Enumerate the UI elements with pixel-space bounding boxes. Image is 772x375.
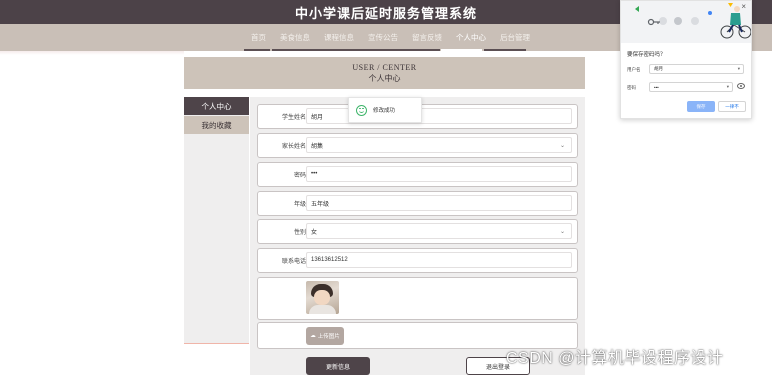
avatar-image [306,281,339,314]
divider [184,343,249,344]
nav-item-home[interactable]: 首页 [244,24,273,51]
user-center-banner: USER / CENTER 个人中心 [184,57,585,89]
chevron-down-icon: ⌄ [559,143,565,149]
smile-icon [356,104,367,116]
form-row-password: 密码 ••• [257,162,578,187]
gender-label: 性别 [293,230,306,236]
nav-underline [484,49,526,51]
parent-name-select[interactable]: 胡集 ⌄ [306,137,572,153]
caret-down-icon: ▾ [737,66,740,71]
grade-label: 年级 [293,202,306,208]
phone-input[interactable]: 13613612512 [306,252,572,268]
banner-title-en: USER / CENTER [352,63,417,72]
popup-title: 要保存密码吗？ [627,52,666,58]
nav-underline-active [441,49,482,51]
never-save-button[interactable]: 一律不 [718,101,746,112]
popup-password-value: ••• [654,84,659,90]
eye-icon[interactable] [737,83,745,89]
password-label: 密码 [293,173,306,179]
nav-underline [244,49,270,51]
form-row-avatar [257,277,578,320]
update-info-button[interactable]: 更新信息 [306,357,370,375]
nav-item-admin[interactable]: 后台管理 [493,24,537,51]
nav-underline [272,49,440,51]
gender-value: 女 [311,229,318,236]
side-item-user-center[interactable]: 个人中心 [184,97,249,115]
nav-item-food[interactable]: 美食信息 [273,24,317,51]
student-name-input[interactable]: 胡月 [306,108,572,124]
save-password-popup: × 要保存密码吗？ 用户名 胡月 ▾ 密码 ••• ▾ 保存 一律不 [620,0,752,119]
parent-name-value: 胡集 [311,143,324,150]
close-icon[interactable]: × [741,2,746,11]
popup-username-label: 用户名 [627,67,641,72]
gender-select[interactable]: 女 ⌄ [306,223,572,239]
upload-button-label: 上传图片 [317,334,340,340]
form-row-grade: 年级 五年级 [257,191,578,216]
password-illustration [621,1,751,43]
side-item-favorites[interactable]: 我的收藏 [184,116,249,134]
form-row-gender: 性别 女 ⌄ [257,219,578,244]
key-cyclist-illustration [621,1,751,43]
form-row-parent-name: 家长姓名 胡集 ⌄ [257,133,578,158]
nav-item-feedback[interactable]: 留言反馈 [405,24,449,51]
grade-input[interactable]: 五年级 [306,195,572,211]
main-nav: 首页 美食信息 课程信息 宣传公告 留言反馈 个人中心 后台管理 [244,24,537,51]
nav-item-user-center[interactable]: 个人中心 [449,24,493,51]
side-menu: 个人中心 我的收藏 [184,97,249,134]
popup-username-field[interactable]: 胡月 ▾ [649,64,744,74]
popup-password-label: 密码 [627,85,636,90]
chevron-down-icon: ⌄ [559,229,565,235]
student-name-label: 学生姓名 [281,115,306,121]
cloud-upload-icon: ☁ [310,333,316,339]
popup-password-field[interactable]: ••• ▾ [649,82,733,92]
nav-item-announcements[interactable]: 宣传公告 [361,24,405,51]
form-row-phone: 联系电话 13613612512 [257,248,578,273]
parent-name-label: 家长姓名 [281,144,306,150]
nav-item-courses[interactable]: 课程信息 [317,24,361,51]
success-toast: 修改成功 [348,97,422,123]
caret-down-icon: ▾ [726,84,729,89]
save-password-button[interactable]: 保存 [687,101,715,112]
toast-message: 修改成功 [373,108,396,114]
popup-username-value: 胡月 [654,66,663,71]
divider [0,51,184,55]
phone-label: 联系电话 [281,259,306,265]
banner-title-zh: 个人中心 [368,74,401,83]
password-input[interactable]: ••• [306,166,572,182]
watermark-text: CSDN @计算机毕设程序设计 [506,350,724,367]
upload-image-button[interactable]: ☁ 上传图片 [306,327,344,345]
